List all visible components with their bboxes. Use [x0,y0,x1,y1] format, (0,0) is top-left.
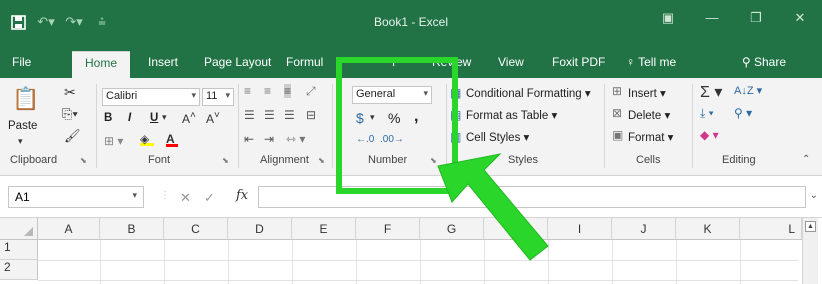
arrow-shape [437,153,549,261]
arrow-annotation [437,153,549,261]
